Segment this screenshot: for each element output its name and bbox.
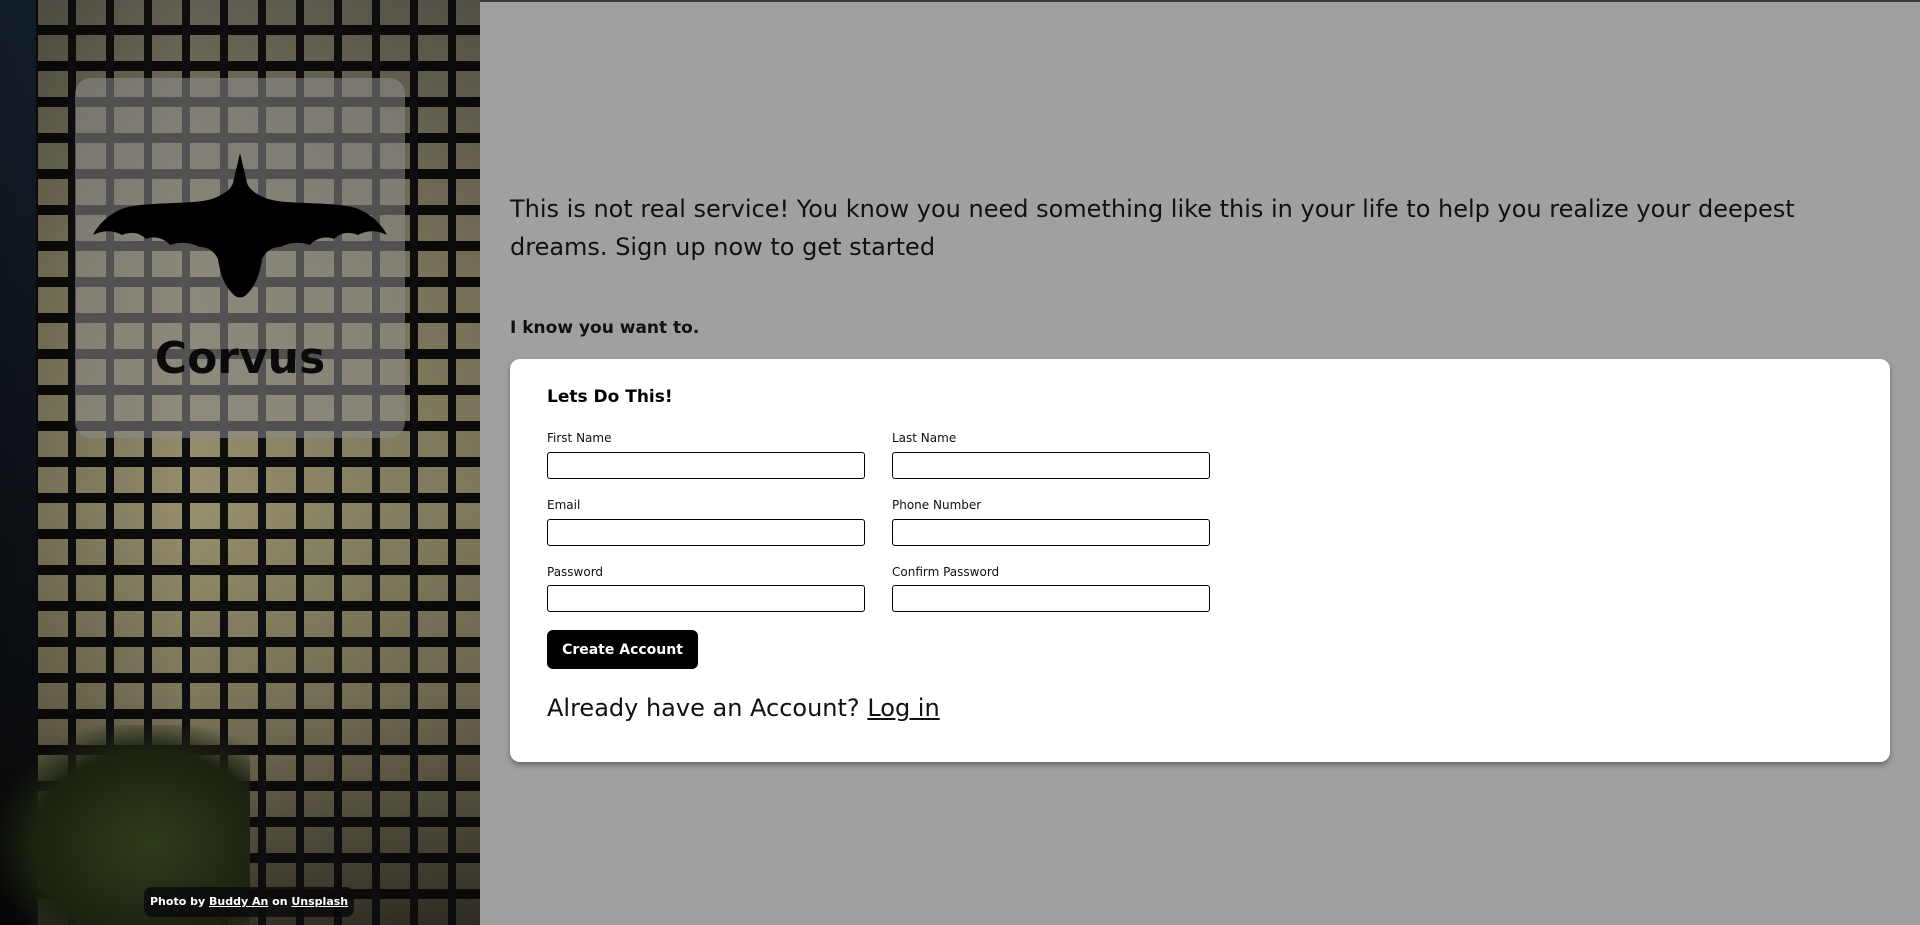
confirm-password-input[interactable]: [892, 585, 1210, 612]
confirm-password-label: Confirm Password: [892, 565, 1000, 579]
raven-icon: [93, 153, 387, 298]
form-title: Lets Do This!: [547, 387, 673, 407]
sidebar-photo: Corvus Photo by Buddy An on Unsplash: [0, 0, 480, 925]
intro-text: This is not real service! You know you n…: [510, 195, 1795, 261]
first-name-input[interactable]: [547, 452, 865, 479]
password-label: Password: [547, 565, 604, 579]
last-name-label: Last Name: [892, 431, 957, 445]
brand-name: Corvus: [154, 333, 326, 384]
credit-middle: on: [272, 895, 288, 908]
photo-credit: Photo by Buddy An on Unsplash: [144, 887, 355, 917]
email-label: Email: [547, 498, 581, 512]
phone-input[interactable]: [892, 519, 1210, 546]
login-link[interactable]: Log in: [867, 694, 939, 722]
credit-author-link[interactable]: Buddy An: [209, 895, 268, 908]
password-input[interactable]: [547, 585, 865, 612]
email-input[interactable]: [547, 519, 865, 546]
first-name-label: First Name: [547, 431, 612, 445]
login-prompt: Already have an Account? Log in: [547, 694, 940, 722]
tagline: I know you want to.: [510, 318, 700, 338]
last-name-input[interactable]: [892, 452, 1210, 479]
credit-site-link[interactable]: Unsplash: [291, 895, 348, 908]
phone-label: Phone Number: [892, 498, 982, 512]
login-prompt-text: Already have an Account?: [547, 694, 860, 722]
signup-card: Lets Do This! First Name Last Name Email…: [510, 359, 1890, 762]
brand-card: Corvus: [75, 78, 405, 438]
create-account-button[interactable]: Create Account: [547, 630, 698, 669]
credit-prefix: Photo by: [150, 895, 206, 908]
